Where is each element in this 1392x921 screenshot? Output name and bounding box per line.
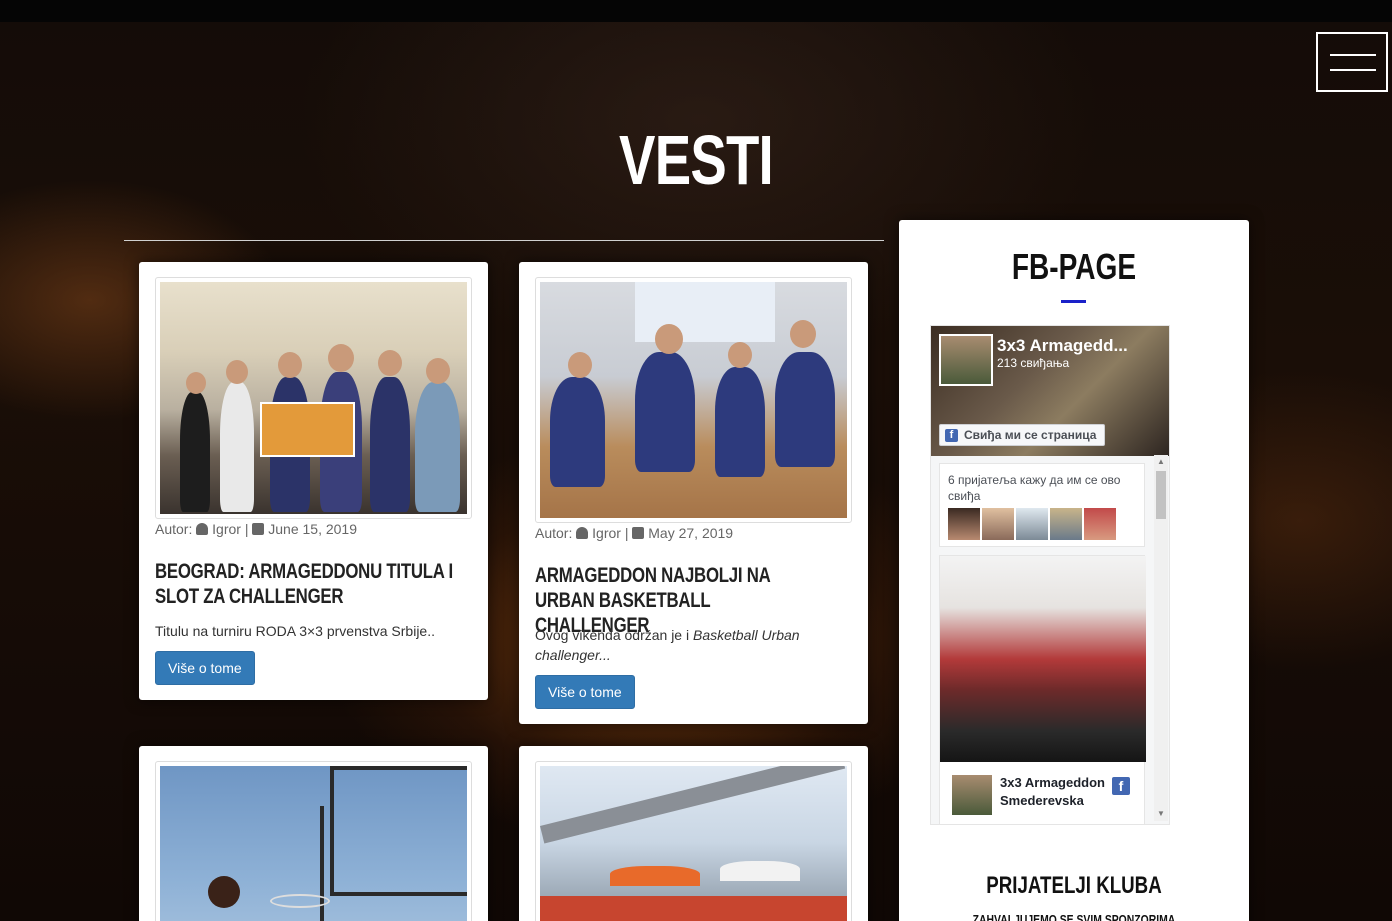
scroll-thumb[interactable] xyxy=(1156,471,1166,519)
fb-page-avatar[interactable] xyxy=(939,334,993,386)
page-title: VESTI xyxy=(619,121,774,199)
article-card: Autor: Igror | May 27, 2019 ARMAGEDDON N… xyxy=(519,262,868,724)
article-photo xyxy=(160,766,467,921)
article-excerpt: Ovog vikenda održan je i Basketball Urba… xyxy=(535,625,825,665)
facebook-page-widget: 3x3 Armagedd... 213 свиђања f Свиђа ми с… xyxy=(930,325,1170,825)
friend-avatar[interactable] xyxy=(1016,508,1048,540)
author-name[interactable]: Igror xyxy=(212,521,241,537)
read-more-button[interactable]: Više o tome xyxy=(155,651,255,685)
fb-post: 3x3 Armageddon Smederevska f xyxy=(939,555,1146,824)
fb-post-photo[interactable] xyxy=(940,556,1146,762)
article-card xyxy=(139,746,488,921)
sidebar-title: FB-PAGE xyxy=(1011,246,1137,287)
article-thumbnail[interactable] xyxy=(535,761,852,921)
author-label: Autor: xyxy=(535,525,573,541)
friend-avatar[interactable] xyxy=(1050,508,1082,540)
article-date: May 27, 2019 xyxy=(648,525,734,541)
article-photo xyxy=(160,282,467,514)
calendar-icon xyxy=(632,527,645,539)
fb-friends-text: 6 пријатеља кажу да им се ово свиђа xyxy=(948,473,1121,503)
article-title[interactable]: BEOGRAD: ARMAGEDDONU TITULA I SLOT ZA CH… xyxy=(155,559,467,609)
author-name[interactable]: Igror xyxy=(592,525,621,541)
fb-like-count: 213 свиђања xyxy=(997,356,1070,370)
fb-friends-box: 6 пријатеља кажу да им се ово свиђа xyxy=(939,463,1145,547)
fb-page-name[interactable]: 3x3 Armagedd... xyxy=(997,336,1128,356)
title-divider xyxy=(124,240,884,241)
top-bar xyxy=(0,0,1392,22)
article-thumbnail[interactable] xyxy=(535,277,852,523)
article-thumbnail[interactable] xyxy=(155,277,472,519)
scroll-up-icon[interactable]: ▲ xyxy=(1157,457,1165,466)
article-excerpt: Titulu na turniru RODA 3×3 prvenstva Srb… xyxy=(155,623,435,639)
article-date: June 15, 2019 xyxy=(268,521,357,537)
friend-avatar[interactable] xyxy=(982,508,1014,540)
user-icon xyxy=(576,527,589,539)
menu-bar-icon xyxy=(1330,54,1376,56)
friend-avatar[interactable] xyxy=(948,508,980,540)
fb-post-avatar[interactable] xyxy=(952,775,992,815)
fb-post-page-name[interactable]: 3x3 Armageddon Smederevska xyxy=(1000,774,1110,810)
user-icon xyxy=(196,523,209,535)
article-photo xyxy=(540,282,847,518)
read-more-button[interactable]: Više o tome xyxy=(535,675,635,709)
facebook-icon: f xyxy=(945,429,958,442)
article-meta: Autor: Igror | May 27, 2019 xyxy=(535,525,733,541)
menu-bar-icon xyxy=(1330,69,1376,71)
friend-avatar[interactable] xyxy=(1084,508,1116,540)
scroll-down-icon[interactable]: ▼ xyxy=(1157,809,1165,818)
facebook-icon[interactable]: f xyxy=(1112,777,1130,795)
article-thumbnail[interactable] xyxy=(155,761,472,921)
fb-widget-scrollbar[interactable]: ▲ ▼ xyxy=(1154,455,1168,821)
friends-heading: PRIJATELJI KLUBA xyxy=(986,872,1162,899)
hamburger-menu-button[interactable] xyxy=(1316,32,1388,92)
fb-like-page-button[interactable]: f Свиђа ми се страница xyxy=(939,424,1105,446)
author-label: Autor: xyxy=(155,521,193,537)
article-card xyxy=(519,746,868,921)
title-underline xyxy=(1061,300,1086,303)
calendar-icon xyxy=(252,523,265,535)
article-meta: Autor: Igror | June 15, 2019 xyxy=(155,521,357,537)
article-photo xyxy=(540,766,847,921)
meta-separator: | xyxy=(244,521,249,537)
article-card: Autor: Igror | June 15, 2019 BEOGRAD: AR… xyxy=(139,262,488,700)
fb-cover-photo[interactable]: 3x3 Armagedd... 213 свиђања f Свиђа ми с… xyxy=(931,326,1169,456)
fb-like-label: Свиђа ми се страница xyxy=(964,428,1097,442)
excerpt-text: Ovog vikenda održan je i xyxy=(535,627,693,643)
friends-subheading: ZAHVALJUJEMO SE SVIM SPONZORIMA xyxy=(972,912,1176,921)
meta-separator: | xyxy=(624,525,629,541)
